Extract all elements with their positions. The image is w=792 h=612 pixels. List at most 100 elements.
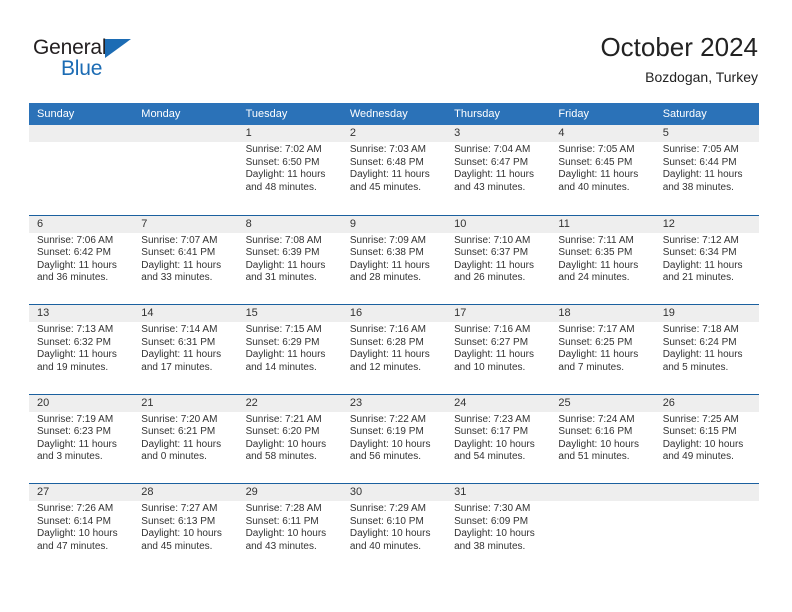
day-info-line: Sunrise: 7:09 AM [349,234,426,246]
day-cell-2[interactable]: 2 Sunrise: 7:03 AM Sunset: 6:48 PM Daylight… [342,125,446,215]
day-number: 25 [558,396,571,409]
day-info-line: and 48 minutes. [245,181,317,193]
day-cell-5[interactable]: 5 Sunrise: 7:05 AM Sunset: 6:44 PM Daylight… [655,125,759,215]
day-info-line: Daylight: 11 hours [141,349,222,361]
logo-text-blue: Blue [61,57,103,80]
day-info-line: Sunrise: 7:05 AM [662,144,739,155]
day-number: 14 [141,307,154,319]
day-cell-15[interactable]: 15 Sunrise: 7:15 AM Sunset: 6:29 PM Dayligh… [238,305,342,394]
day-sun-info: Sunrise: 7:17 AM Sunset: 6:25 PM Daylight:… [558,322,654,374]
day-info-line: and 21 minutes. [662,272,734,284]
day-cell-19[interactable]: 19 Sunrise: 7:18 AM Sunset: 6:24 PM Dayligh… [655,305,759,394]
day-sun-info: Sunrise: 7:11 AM Sunset: 6:35 PM Daylight:… [558,233,654,285]
day-cell-22[interactable]: 22 Sunrise: 7:21 AM Sunset: 6:20 PM Dayligh… [238,395,342,484]
day-sun-info: Sunrise: 7:15 AM Sunset: 6:29 PM Daylight:… [246,322,342,374]
weekday-header-friday: Friday [558,108,589,120]
day-info-line: Daylight: 10 hours [349,438,431,450]
day-number: 24 [454,396,467,409]
day-cell-20[interactable]: 20 Sunrise: 7:19 AM Sunset: 6:23 PM Dayligh… [29,395,133,484]
day-info-line: Sunrise: 7:16 AM [349,324,426,335]
day-info-line: and 56 minutes. [349,451,422,463]
day-cell-12[interactable]: 12 Sunrise: 7:12 AM Sunset: 6:34 PM Dayligh… [655,216,759,305]
day-cell-7[interactable]: 7 Sunrise: 7:07 AM Sunset: 6:41 PM Daylight… [133,216,237,305]
day-number: 21 [141,396,154,409]
day-sun-info: Sunrise: 7:02 AM Sunset: 6:50 PM Daylight:… [246,142,342,194]
day-info-line: Daylight: 11 hours [245,349,326,361]
day-cell-6[interactable]: 6 Sunrise: 7:06 AM Sunset: 6:42 PM Daylight… [29,216,133,305]
day-info-line: Sunset: 6:11 PM [245,515,319,527]
day-number: 3 [454,127,461,139]
day-sun-info: Sunrise: 7:28 AM Sunset: 6:11 PM Daylight:… [246,501,342,553]
day-cell-30[interactable]: 30 Sunrise: 7:29 AM Sunset: 6:10 PM Dayligh… [342,484,446,573]
day-sun-info: Sunrise: 7:16 AM Sunset: 6:28 PM Daylight:… [350,322,446,374]
day-cell-27[interactable]: 27 Sunrise: 7:26 AM Sunset: 6:14 PM Dayligh… [29,484,133,573]
day-info-line: Sunrise: 7:20 AM [141,413,218,425]
day-info-line: Daylight: 11 hours [141,438,222,450]
day-info-line: Sunrise: 7:07 AM [141,234,218,246]
day-cell-container: 20 Sunrise: 7:19 AM Sunset: 6:23 PM Dayligh… [29,395,759,484]
day-cell-29[interactable]: 29 Sunrise: 7:28 AM Sunset: 6:11 PM Dayligh… [238,484,342,573]
day-info-line: and 40 minutes. [349,540,422,552]
day-cell-24[interactable]: 24 Sunrise: 7:23 AM Sunset: 6:17 PM Dayligh… [446,395,550,484]
day-info-line: Sunrise: 7:12 AM [662,234,739,246]
day-cell-1[interactable]: 1 Sunrise: 7:02 AM Sunset: 6:50 PM Daylight… [238,125,342,215]
day-sun-info: Sunrise: 7:03 AM Sunset: 6:48 PM Daylight:… [350,142,446,194]
day-cell-10[interactable]: 10 Sunrise: 7:10 AM Sunset: 6:37 PM Dayligh… [446,216,550,305]
day-info-line: Sunset: 6:34 PM [662,247,737,259]
day-info-line: Sunrise: 7:13 AM [37,324,114,335]
day-number: 4 [558,127,565,139]
day-info-line: Sunset: 6:21 PM [141,426,216,438]
day-cell-3[interactable]: 3 Sunrise: 7:04 AM Sunset: 6:47 PM Daylight… [446,125,550,215]
day-number: 2 [349,127,356,139]
day-info-line: and 14 minutes. [245,361,317,373]
day-info-line: Sunset: 6:32 PM [37,336,111,348]
day-cell-17[interactable]: 17 Sunrise: 7:16 AM Sunset: 6:27 PM Dayligh… [446,305,550,394]
day-info-line: Daylight: 11 hours [662,259,743,271]
day-cell-28[interactable]: 28 Sunrise: 7:27 AM Sunset: 6:13 PM Dayligh… [133,484,237,573]
day-info-line: Daylight: 11 hours [662,169,743,181]
day-info-line: Sunset: 6:29 PM [245,336,320,348]
day-cell-4[interactable]: 4 Sunrise: 7:05 AM Sunset: 6:45 PM Daylight… [550,125,654,215]
day-number: 23 [349,396,363,409]
day-info-line: Daylight: 10 hours [245,528,327,540]
day-sun-info [141,142,237,144]
day-cell-26[interactable]: 26 Sunrise: 7:25 AM Sunset: 6:15 PM Dayligh… [655,395,759,484]
day-cell-empty [133,125,237,215]
day-cell-11[interactable]: 11 Sunrise: 7:11 AM Sunset: 6:35 PM Dayligh… [550,216,654,305]
calendar-week-row: 6 Sunrise: 7:06 AM Sunset: 6:42 PM Daylight… [29,214,759,305]
day-info-line: Sunrise: 7:06 AM [37,234,114,246]
day-info-line: Daylight: 11 hours [558,349,639,361]
day-sun-info: Sunrise: 7:26 AM Sunset: 6:14 PM Daylight:… [37,501,133,553]
day-info-line: Daylight: 11 hours [349,169,430,181]
day-info-line: and 58 minutes. [245,451,317,463]
day-info-line: Daylight: 10 hours [37,528,118,540]
day-sun-info: Sunrise: 7:10 AM Sunset: 6:37 PM Daylight:… [454,233,550,285]
day-number: 31 [454,486,467,498]
day-info-line: Sunset: 6:15 PM [662,426,737,438]
day-info-line: Daylight: 10 hours [662,438,744,450]
day-info-line: Daylight: 10 hours [454,528,535,540]
day-cell-13[interactable]: 13 Sunrise: 7:13 AM Sunset: 6:32 PM Dayligh… [29,305,133,394]
day-info-line: Daylight: 10 hours [245,438,327,450]
day-info-line: and 51 minutes. [558,451,630,463]
day-info-line: Sunset: 6:42 PM [37,247,111,259]
day-cell-25[interactable]: 25 Sunrise: 7:24 AM Sunset: 6:16 PM Dayligh… [550,395,654,484]
day-cell-21[interactable]: 21 Sunrise: 7:20 AM Sunset: 6:21 PM Dayligh… [133,395,237,484]
day-sun-info: Sunrise: 7:07 AM Sunset: 6:41 PM Daylight:… [141,233,237,285]
day-info-line: and 28 minutes. [349,272,422,284]
day-cell-16[interactable]: 16 Sunrise: 7:16 AM Sunset: 6:28 PM Dayligh… [342,305,446,394]
day-info-line: Sunset: 6:09 PM [454,515,529,527]
day-info-line: Sunrise: 7:11 AM [558,234,634,246]
calendar-grid: Sunday Monday Tuesday Wednesday Thursday Frid… [29,103,759,573]
day-cell-18[interactable]: 18 Sunrise: 7:17 AM Sunset: 6:25 PM Dayligh… [550,305,654,394]
day-info-line: Sunrise: 7:28 AM [245,503,322,514]
day-info-line: Sunrise: 7:02 AM [245,144,322,155]
title-block: October 2024 Bozdogan, Turkey [600,32,758,87]
day-cell-8[interactable]: 8 Sunrise: 7:08 AM Sunset: 6:39 PM Daylight… [238,216,342,305]
day-cell-31[interactable]: 31 Sunrise: 7:30 AM Sunset: 6:09 PM Dayligh… [446,484,550,573]
day-cell-9[interactable]: 9 Sunrise: 7:09 AM Sunset: 6:38 PM Daylight… [342,216,446,305]
day-info-line: Sunrise: 7:29 AM [349,503,426,514]
day-cell-14[interactable]: 14 Sunrise: 7:14 AM Sunset: 6:31 PM Dayligh… [133,305,237,394]
day-cell-23[interactable]: 23 Sunrise: 7:22 AM Sunset: 6:19 PM Dayligh… [342,395,446,484]
day-number: 30 [349,486,363,498]
